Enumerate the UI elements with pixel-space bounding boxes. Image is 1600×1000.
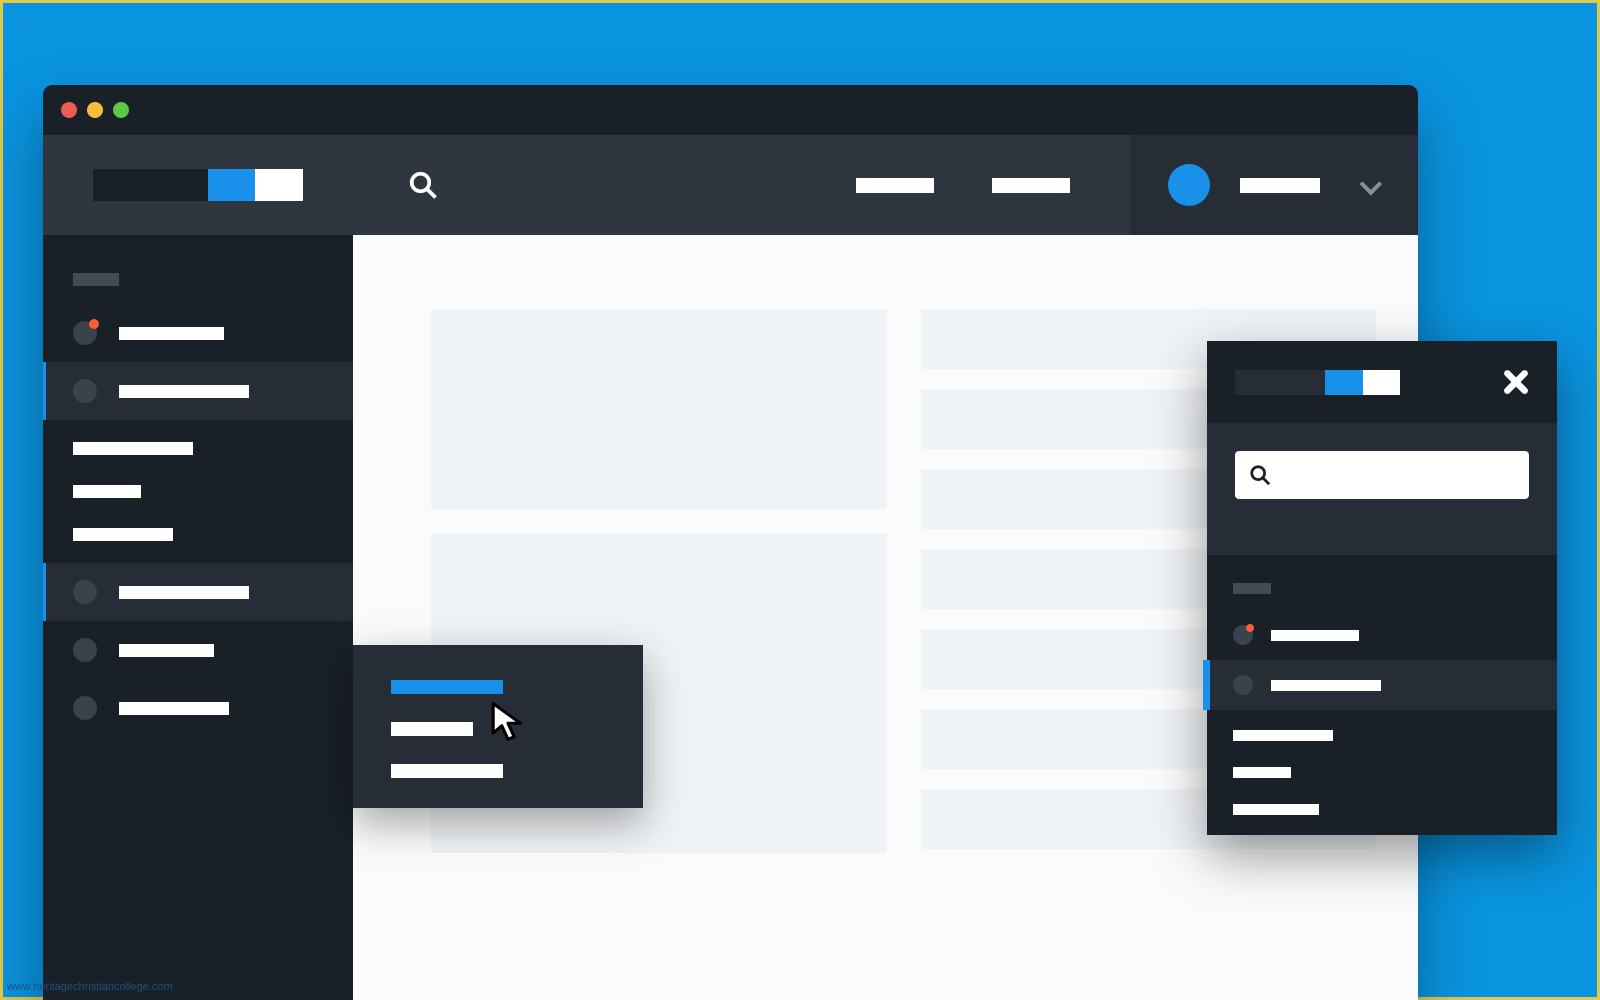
sidebar-subitem[interactable] [73, 528, 173, 541]
nav-link-2[interactable] [992, 178, 1070, 193]
context-menu-item[interactable] [391, 722, 473, 736]
mini-panel [1207, 341, 1557, 835]
mini-item-icon [1233, 675, 1253, 695]
sidebar-item-icon [73, 321, 97, 345]
search-area[interactable] [353, 170, 856, 200]
mini-panel-header [1207, 341, 1557, 423]
sidebar-item-label [119, 385, 249, 398]
mini-subitem[interactable] [1233, 804, 1319, 815]
close-icon[interactable] [1503, 369, 1529, 395]
nav-link-1[interactable] [856, 178, 934, 193]
titlebar [43, 85, 1418, 135]
avatar [1168, 164, 1210, 206]
mini-section-header [1233, 583, 1271, 594]
mini-subitem[interactable] [1233, 767, 1291, 778]
context-menu-item[interactable] [391, 764, 503, 778]
sidebar-item-icon [73, 580, 97, 604]
logo[interactable] [43, 135, 353, 235]
nav-links [856, 178, 1130, 193]
sidebar-item-label [119, 327, 224, 340]
mini-panel-logo[interactable] [1235, 370, 1400, 395]
sidebar-item-icon [73, 379, 97, 403]
sidebar [43, 235, 353, 1000]
search-icon [408, 170, 438, 200]
mini-item-label [1271, 630, 1359, 641]
sidebar-item-label [119, 644, 214, 657]
sidebar-item-label [119, 586, 249, 599]
sidebar-item-icon [73, 696, 97, 720]
sidebar-item-2[interactable] [43, 362, 353, 420]
sidebar-item-4[interactable] [43, 621, 353, 679]
sidebar-section-header [73, 273, 119, 286]
content-card[interactable] [431, 309, 887, 509]
sidebar-subgroup-1 [43, 420, 353, 563]
mini-subitem[interactable] [1233, 730, 1333, 741]
sidebar-item-5[interactable] [43, 679, 353, 737]
search-icon [1249, 464, 1271, 486]
sidebar-item-3[interactable] [43, 563, 353, 621]
context-menu-item-active[interactable] [391, 680, 503, 694]
sidebar-item-label [119, 702, 229, 715]
mini-item-icon [1233, 625, 1253, 645]
watermark: www.heritagechristiancollege.com [7, 981, 173, 993]
sidebar-item-1[interactable] [43, 304, 353, 362]
mini-subgroup [1207, 710, 1557, 835]
user-menu[interactable] [1130, 135, 1418, 235]
mini-item-2[interactable] [1207, 660, 1557, 710]
mini-item-label [1271, 680, 1381, 691]
window-minimize-button[interactable] [87, 102, 103, 118]
logo-mark [93, 169, 303, 201]
window-close-button[interactable] [61, 102, 77, 118]
topbar [43, 135, 1418, 235]
mini-panel-list [1207, 555, 1557, 835]
user-name [1240, 178, 1320, 193]
mini-search-input[interactable] [1235, 451, 1529, 499]
window-maximize-button[interactable] [113, 102, 129, 118]
chevron-down-icon [1360, 179, 1378, 191]
mini-panel-body [1207, 423, 1557, 555]
mini-item-1[interactable] [1207, 610, 1557, 660]
sidebar-subitem[interactable] [73, 485, 141, 498]
sidebar-item-icon [73, 638, 97, 662]
sidebar-subitem[interactable] [73, 442, 193, 455]
context-menu [353, 645, 643, 808]
